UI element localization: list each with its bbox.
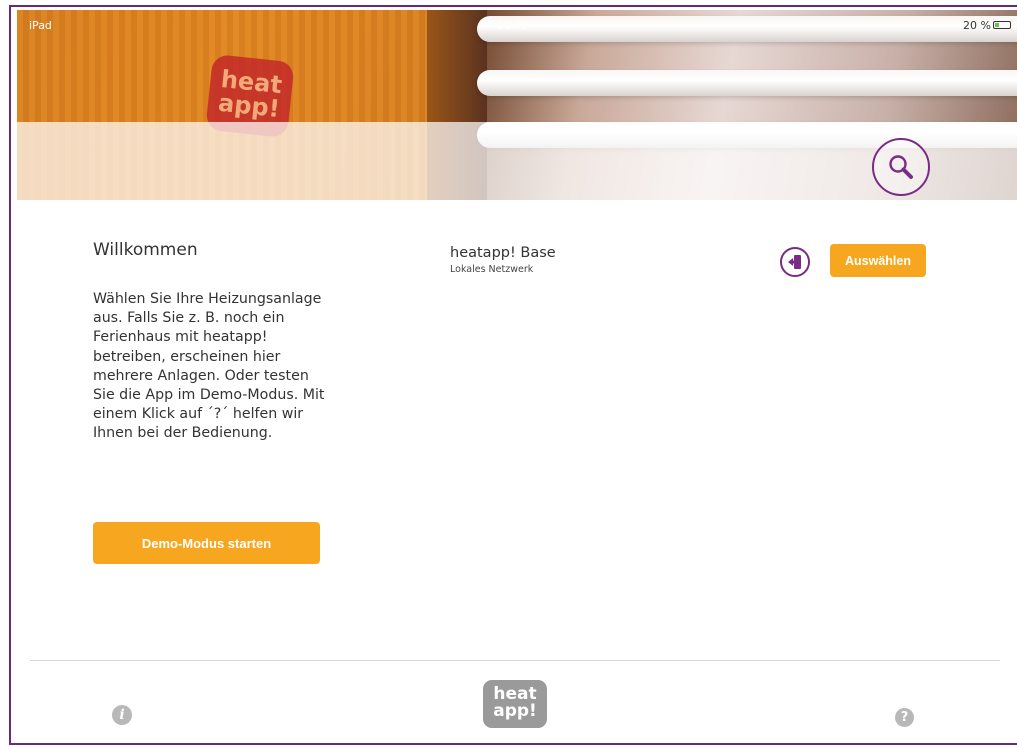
footer-divider [30, 660, 1000, 661]
battery-percent: 20 % [963, 19, 991, 32]
towel-logo-text: heat app! [216, 64, 284, 124]
select-device-button[interactable]: Auswählen [830, 244, 926, 277]
header-banner: heat app! [17, 10, 1017, 200]
search-button[interactable] [872, 138, 930, 196]
heater-rail [477, 70, 1017, 96]
header-overlay [17, 122, 1017, 200]
device-label: iPad [29, 19, 52, 32]
demo-mode-button[interactable]: Demo-Modus starten [93, 522, 320, 564]
logout-icon [788, 255, 801, 269]
help-icon[interactable]: ? [895, 708, 914, 727]
clock: 10:22 [497, 19, 529, 32]
welcome-title: Willkommen [93, 240, 198, 260]
battery-icon [993, 21, 1011, 29]
device-name: heatapp! Base [450, 245, 556, 261]
welcome-text: Wählen Sie Ihre Heizungsanlage aus. Fall… [93, 291, 325, 442]
device-network: Lokales Netzwerk [450, 264, 534, 275]
heatapp-logo: heat app! [483, 680, 547, 728]
remove-device-button[interactable] [780, 247, 810, 277]
logo-text-app: app! [493, 701, 537, 721]
status-bar: iPad 10:22 20 % [17, 17, 1017, 33]
info-icon[interactable]: i [112, 705, 132, 725]
search-icon [889, 155, 913, 179]
